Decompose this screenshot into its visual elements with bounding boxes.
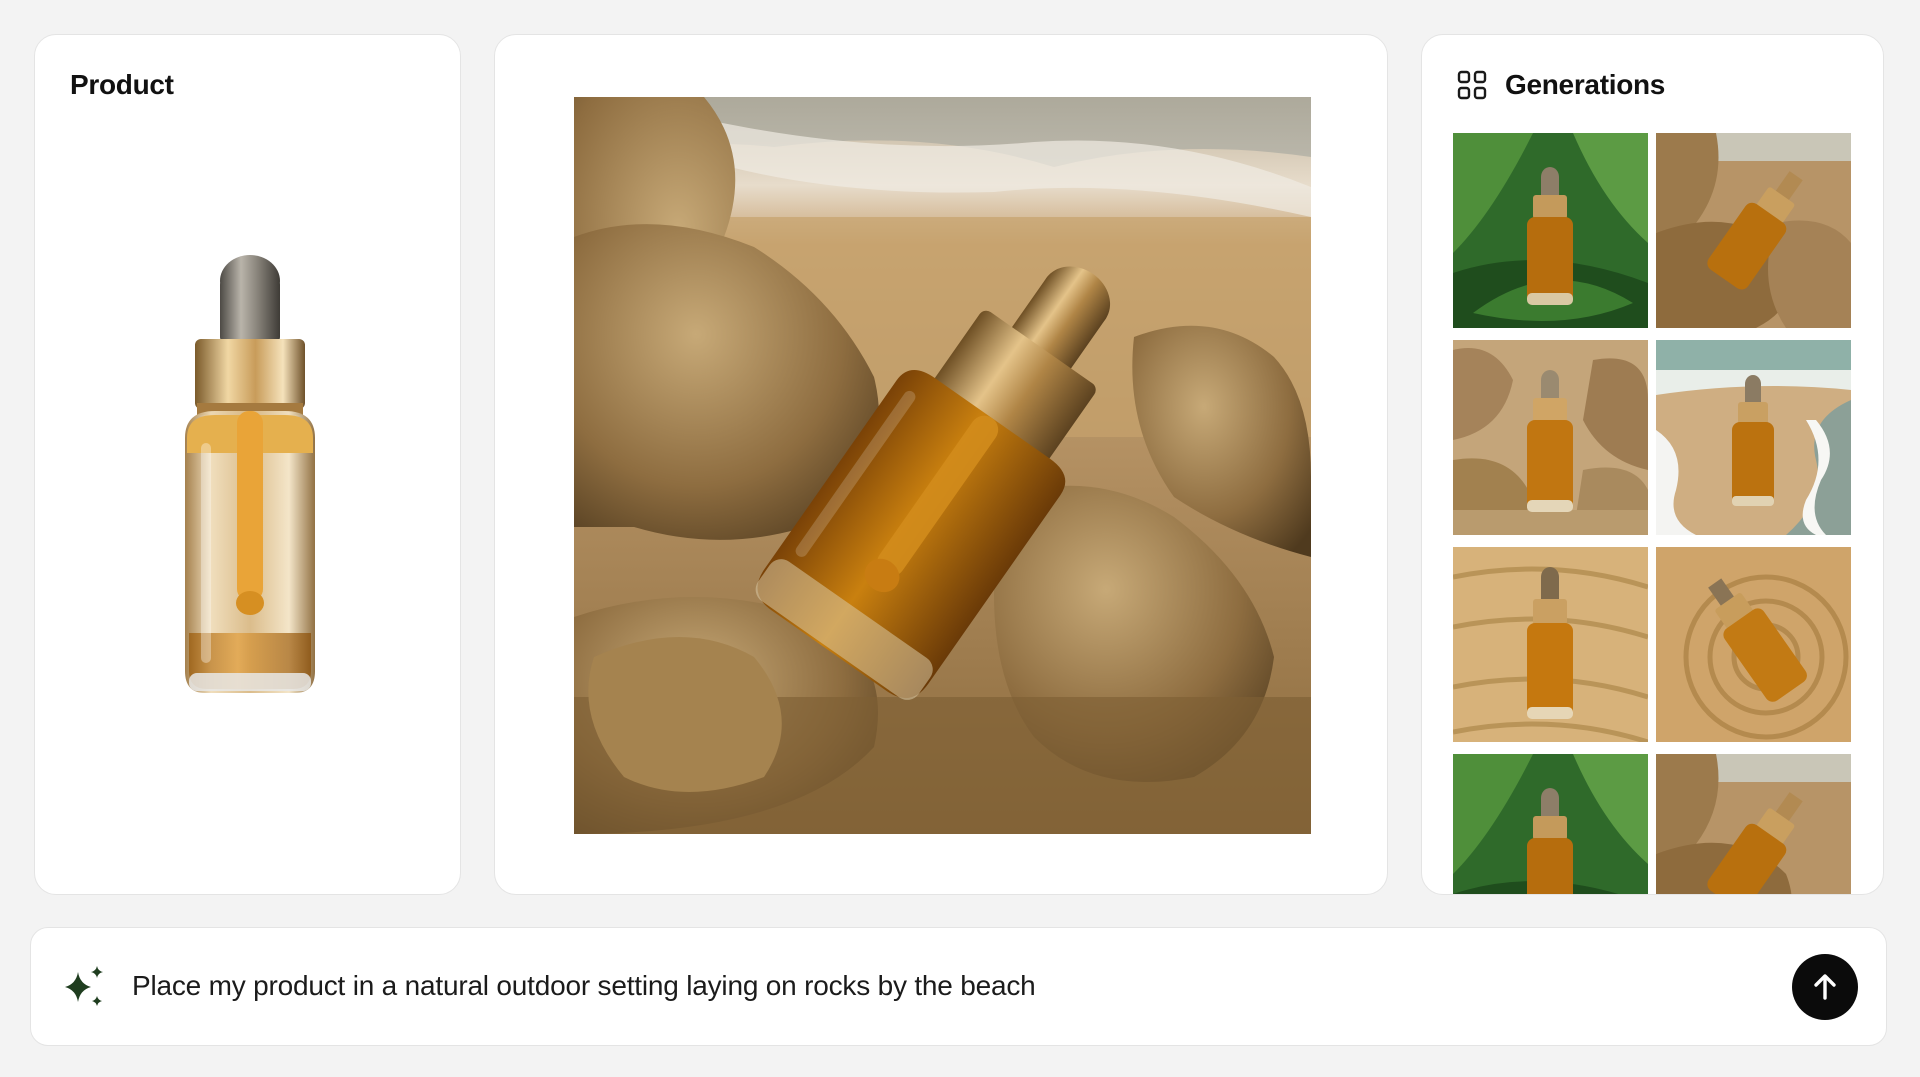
product-panel-title: Product [70,69,174,100]
prompt-bar: Place my product in a natural outdoor se… [30,927,1887,1046]
generated-preview-image [574,97,1311,834]
generation-thumbnail[interactable] [1656,340,1851,535]
send-button[interactable] [1792,954,1858,1020]
generation-thumbnail[interactable] [1656,133,1851,328]
product-panel: Product [34,34,461,895]
generation-thumbnail[interactable] [1453,754,1648,894]
product-image [185,255,315,693]
generation-thumbnail[interactable] [1453,340,1648,535]
generation-thumbnail[interactable] [1453,133,1648,328]
generations-grid [1453,133,1855,894]
sparkle-icon [65,966,103,1006]
generations-header: Generations [1457,69,1665,101]
preview-panel [494,34,1388,895]
generations-title: Generations [1505,69,1666,100]
prompt-input[interactable]: Place my product in a natural outdoor se… [132,970,1036,1002]
generations-panel: Generations [1421,34,1884,895]
arrow-up-icon [1814,974,1836,1000]
generation-thumbnail[interactable] [1453,547,1648,742]
generation-thumbnail[interactable] [1656,754,1851,894]
grid-icon [1457,70,1487,100]
generation-thumbnail[interactable] [1656,547,1851,742]
